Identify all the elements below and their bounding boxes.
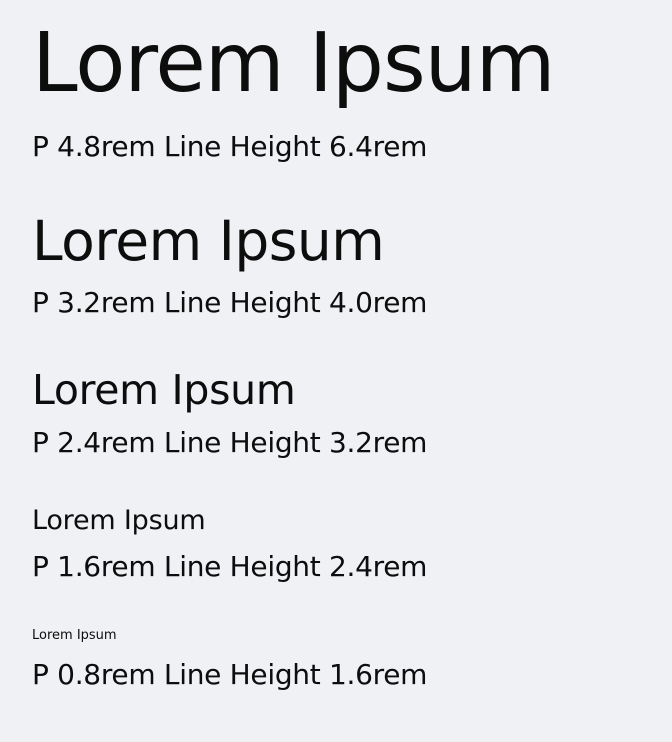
- sample-text-4-8rem: Lorem Ipsum: [32, 16, 556, 111]
- sample-text-0-8rem: Lorem Ipsum: [32, 628, 117, 643]
- sample-text-2-4rem: Lorem Ipsum: [32, 366, 296, 414]
- sample-text-3-2rem: Lorem Ipsum: [32, 209, 385, 273]
- sample-text-1-6rem: Lorem Ipsum: [32, 505, 206, 536]
- caption-1-6rem: P 1.6rem Line Height 2.4rem: [32, 550, 428, 583]
- caption-2-4rem: P 2.4rem Line Height 3.2rem: [32, 426, 428, 459]
- caption-4-8rem: P 4.8rem Line Height 6.4rem: [32, 130, 428, 163]
- caption-0-8rem: P 0.8rem Line Height 1.6rem: [32, 658, 428, 691]
- caption-3-2rem: P 3.2rem Line Height 4.0rem: [32, 286, 428, 319]
